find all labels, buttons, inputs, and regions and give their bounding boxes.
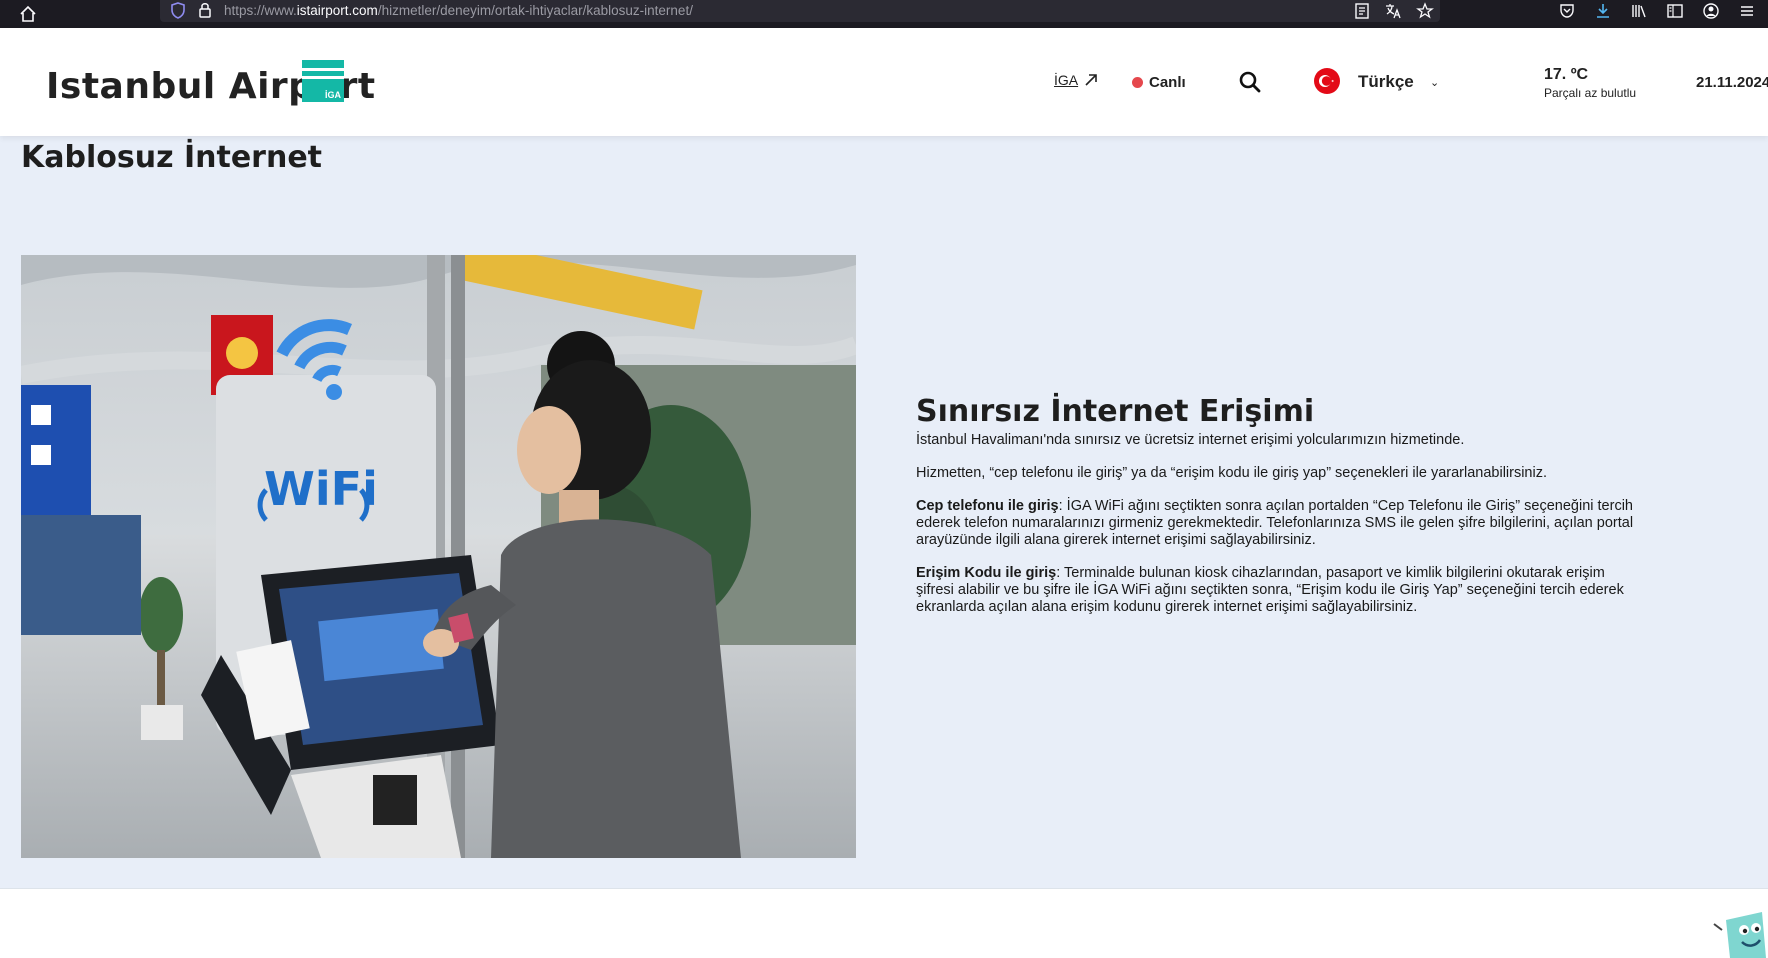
translate-icon[interactable] xyxy=(1384,2,1402,20)
nav-iga-link[interactable]: İGA xyxy=(1054,72,1098,88)
address-bar-icons xyxy=(1354,2,1434,20)
wifi-kiosk-photo: WiFi xyxy=(21,255,856,858)
info-section: Sınırsız İnternet Erişimi İstanbul Haval… xyxy=(916,394,1636,632)
browser-tool-icons xyxy=(1558,2,1756,20)
logo-badge-text: İGA xyxy=(324,90,341,100)
chevron-down-icon[interactable]: ⌄ xyxy=(1430,76,1439,89)
url-prefix: https://www. xyxy=(224,3,297,18)
language-selector[interactable]: Türkçe xyxy=(1358,72,1414,92)
live-dot-icon xyxy=(1132,77,1143,88)
logo-stripe xyxy=(302,76,344,79)
info-paragraph-4-bold: Erişim Kodu ile giriş xyxy=(916,565,1057,581)
bookmark-star-icon[interactable] xyxy=(1416,2,1434,20)
reader-view-icon[interactable] xyxy=(1354,2,1370,20)
url-text[interactable]: https://www.istairport.com/hizmetler/den… xyxy=(224,3,693,18)
site-header: Istanbul Airport İGA İGA Canlı Türkçe ⌄ … xyxy=(0,28,1768,136)
info-paragraph-1: İstanbul Havalimanı'nda sınırsız ve ücre… xyxy=(916,432,1465,448)
wifi-sign-text: WiFi xyxy=(264,462,378,516)
shield-icon[interactable] xyxy=(170,2,186,20)
wifi-kiosk-illustration: WiFi xyxy=(21,255,856,858)
page-title: Kablosuz İnternet xyxy=(21,140,323,175)
search-icon[interactable] xyxy=(1238,70,1262,94)
weather-description: Parçalı az bulutlu xyxy=(1544,86,1637,100)
pocket-icon[interactable] xyxy=(1558,2,1576,20)
menu-icon[interactable] xyxy=(1738,2,1756,20)
chat-assistant-mascot-icon[interactable] xyxy=(1708,906,1768,958)
turkey-flag-icon[interactable] xyxy=(1314,68,1340,94)
lock-icon[interactable] xyxy=(198,1,212,19)
logo-badge[interactable]: İGA xyxy=(302,60,344,102)
current-date: 21.11.2024 xyxy=(1696,74,1768,91)
weather-temperature: 17. ºC xyxy=(1544,66,1589,83)
home-icon[interactable] xyxy=(18,5,38,23)
browser-toolbar: https://www.istairport.com/hizmetler/den… xyxy=(0,0,1768,28)
info-heading: Sınırsız İnternet Erişimi xyxy=(916,394,1315,429)
nav-live-label: Canlı xyxy=(1149,74,1186,91)
nav-iga-label: İGA xyxy=(1054,72,1079,88)
info-paragraph-4: Erişim Kodu ile giriş: Terminalde buluna… xyxy=(916,565,1636,616)
footer-area xyxy=(0,888,1768,958)
main-content: Kablosuz İnternet WiFi Sınırsız İnternet… xyxy=(0,136,1768,888)
nav-live-link[interactable]: Canlı xyxy=(1132,74,1186,91)
logo-stripe xyxy=(302,68,344,71)
turkey-flag-emblem xyxy=(1319,75,1334,87)
account-icon[interactable] xyxy=(1702,2,1720,20)
download-icon[interactable] xyxy=(1594,2,1612,20)
url-domain: istairport.com xyxy=(296,3,378,18)
sidebar-icon[interactable] xyxy=(1666,2,1684,20)
info-paragraph-2: Hizmetten, “cep telefonu ile giriş” ya d… xyxy=(916,465,1547,481)
info-paragraph-3: Cep telefonu ile giriş: İGA WiFi ağını s… xyxy=(916,498,1636,549)
external-link-arrow-icon xyxy=(1085,74,1097,86)
url-path: /hizmetler/deneyim/ortak-ihtiyaclar/kabl… xyxy=(377,3,693,18)
info-paragraph-3-bold: Cep telefonu ile giriş xyxy=(916,498,1059,514)
library-icon[interactable] xyxy=(1630,2,1648,20)
